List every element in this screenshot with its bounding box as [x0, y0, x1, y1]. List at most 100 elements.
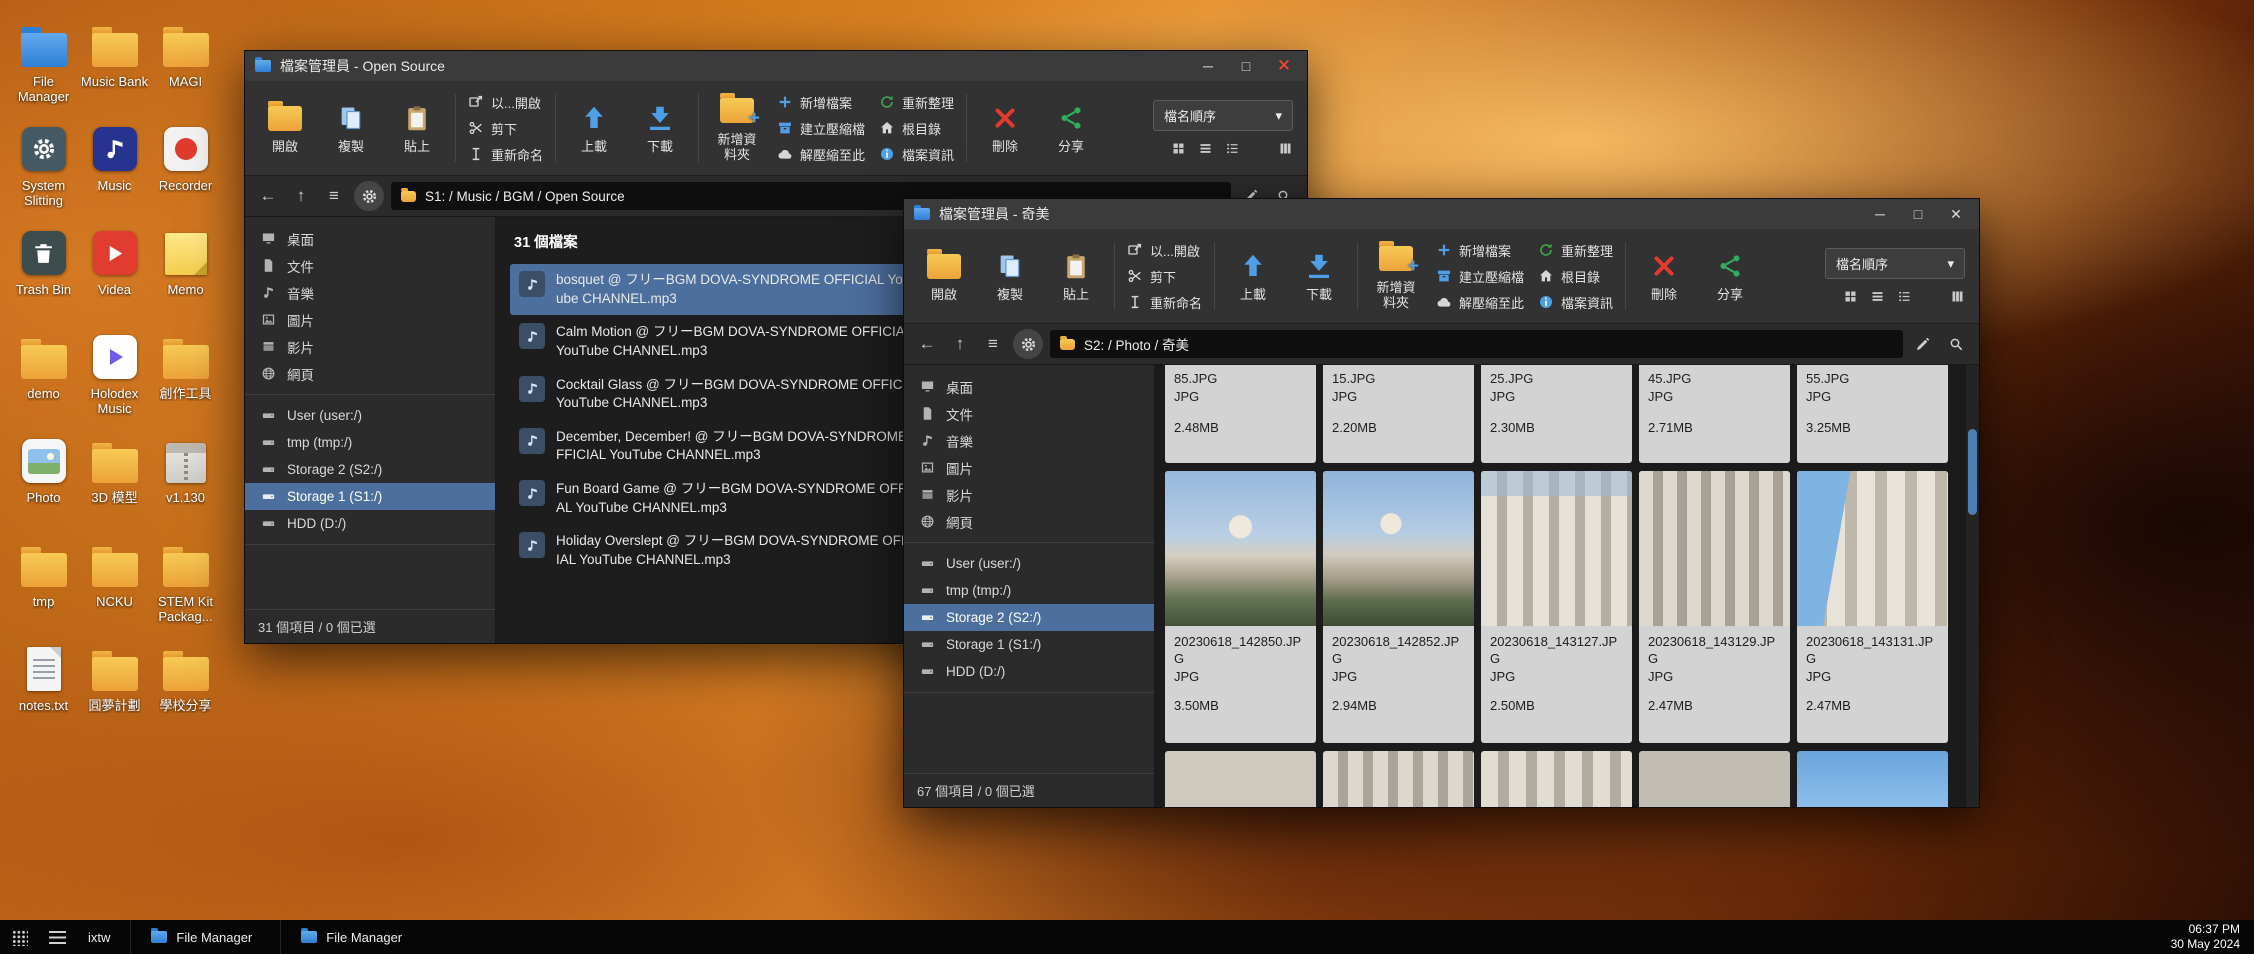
desktop-icon-holodex-music[interactable]: Holodex Music: [79, 324, 150, 428]
rename-button[interactable]: 重新命名: [1123, 291, 1206, 314]
menu-button[interactable]: ≡: [321, 182, 347, 210]
file-tile[interactable]: 20230618_143127.JPGJPG2.50MB: [1481, 471, 1632, 743]
file-row[interactable]: Holiday Overslept @ フリーBGM DOVA-SYNDROME…: [510, 525, 933, 576]
file-tile[interactable]: 20230618_142852.JPGJPG2.94MB: [1323, 471, 1474, 743]
scrollbar[interactable]: [1966, 365, 1979, 807]
grid-view-button[interactable]: [1171, 141, 1186, 156]
sidebar-item-storage1[interactable]: Storage 1 (S1:/): [904, 631, 1154, 658]
file-info-button[interactable]: 檔案資訊: [1534, 291, 1617, 314]
new-file-button[interactable]: 新增檔案: [773, 91, 869, 114]
sidebar-item-tmp-drive[interactable]: tmp (tmp:/): [904, 577, 1154, 604]
back-button[interactable]: ←: [255, 182, 281, 210]
sidebar-item-web[interactable]: 網頁: [245, 360, 495, 387]
create-archive-button[interactable]: 建立壓縮檔: [1432, 265, 1528, 288]
desktop-icon-system-slitting[interactable]: System Slitting: [8, 116, 79, 220]
new-folder-button[interactable]: +新增資料夾: [1364, 240, 1428, 313]
up-button[interactable]: ↑: [947, 330, 973, 358]
column-view-button[interactable]: [1950, 289, 1965, 304]
file-row[interactable]: Cocktail Glass @ フリーBGM DOVA-SYNDROME OF…: [510, 369, 933, 420]
cut-button[interactable]: 剪下: [1123, 265, 1206, 288]
delete-button[interactable]: 刪除: [973, 99, 1037, 157]
sidebar-item-user-drive[interactable]: User (user:/): [904, 550, 1154, 577]
paste-button[interactable]: 貼上: [385, 99, 449, 157]
scrollbar-thumb[interactable]: [1968, 429, 1977, 515]
upload-button[interactable]: 上載: [1221, 247, 1285, 305]
titlebar[interactable]: 檔案管理員 - Open Source ─ □ ✕: [245, 51, 1307, 81]
settings-button[interactable]: [354, 181, 384, 211]
taskbar-task-file-manager-1[interactable]: File Manager: [130, 920, 272, 954]
desktop-icon-3d-models[interactable]: 3D 模型: [79, 428, 150, 532]
titlebar[interactable]: 檔案管理員 - 奇美 ─ □ ✕: [904, 199, 1979, 229]
clock[interactable]: 06:37 PM 30 May 2024: [2157, 922, 2254, 952]
file-row[interactable]: Fun Board Game @ フリーBGM DOVA-SYNDROME OF…: [510, 473, 933, 524]
new-file-button[interactable]: 新增檔案: [1432, 239, 1528, 262]
file-tile-partial[interactable]: [1165, 751, 1316, 807]
file-tile[interactable]: 20230618_142850.JPGJPG3.50MB: [1165, 471, 1316, 743]
download-button[interactable]: 下載: [1287, 247, 1351, 305]
file-tile-partial[interactable]: 15.JPGJPG2.20MB: [1323, 365, 1474, 463]
sidebar-item-videos[interactable]: 影片: [245, 333, 495, 360]
file-tile-partial[interactable]: 25.JPGJPG2.30MB: [1481, 365, 1632, 463]
taskbar-task-file-manager-2[interactable]: File Manager: [280, 920, 422, 954]
sidebar-item-storage2[interactable]: Storage 2 (S2:/): [245, 456, 495, 483]
file-tile[interactable]: 20230618_143129.JPGJPG2.47MB: [1639, 471, 1790, 743]
desktop-icon-trash-bin[interactable]: Trash Bin: [8, 220, 79, 324]
up-button[interactable]: ↑: [288, 182, 314, 210]
desktop-icon-photo[interactable]: Photo: [8, 428, 79, 532]
sidebar-item-user-drive[interactable]: User (user:/): [245, 402, 495, 429]
open-with-button[interactable]: 以...開啟: [464, 91, 547, 114]
detail-view-button[interactable]: [1225, 141, 1240, 156]
file-tile-partial[interactable]: 85.JPGJPG2.48MB: [1165, 365, 1316, 463]
file-tile-partial[interactable]: [1481, 751, 1632, 807]
list-view-button[interactable]: [1198, 141, 1213, 156]
file-tile-partial[interactable]: [1797, 751, 1948, 807]
sidebar-item-pictures[interactable]: 圖片: [245, 306, 495, 333]
copy-button[interactable]: 複製: [978, 247, 1042, 305]
desktop-icon-videa[interactable]: Videa: [79, 220, 150, 324]
sort-order-dropdown[interactable]: 檔名順序▾: [1825, 248, 1965, 279]
desktop-icon-dream-plan[interactable]: 圓夢計劃: [79, 636, 150, 740]
file-info-button[interactable]: 檔案資訊: [875, 143, 958, 166]
upload-button[interactable]: 上載: [562, 99, 626, 157]
open-with-button[interactable]: 以...開啟: [1123, 239, 1206, 262]
desktop-icon-memo[interactable]: Memo: [150, 220, 221, 324]
extract-here-button[interactable]: 解壓縮至此: [1432, 291, 1528, 314]
root-button[interactable]: 根目錄: [875, 117, 958, 140]
edit-path-button[interactable]: [1910, 330, 1936, 358]
desktop-icon-stem-kit[interactable]: STEM Kit Packag...: [150, 532, 221, 636]
file-tile-partial[interactable]: 55.JPGJPG3.25MB: [1797, 365, 1948, 463]
paste-button[interactable]: 貼上: [1044, 247, 1108, 305]
file-row[interactable]: bosquet @ フリーBGM DOVA-SYNDROME OFFICIAL …: [510, 264, 933, 315]
sidebar-item-desktop[interactable]: 桌面: [904, 373, 1154, 400]
sidebar-item-storage1[interactable]: Storage 1 (S1:/): [245, 483, 495, 510]
maximize-button[interactable]: □: [1227, 51, 1265, 81]
share-button[interactable]: 分享: [1039, 99, 1103, 157]
root-button[interactable]: 根目錄: [1534, 265, 1617, 288]
desktop-icon-tmp[interactable]: tmp: [8, 532, 79, 636]
sidebar-item-tmp-drive[interactable]: tmp (tmp:/): [245, 429, 495, 456]
open-button[interactable]: 開啟: [912, 247, 976, 305]
sidebar-item-hdd[interactable]: HDD (D:/): [245, 510, 495, 537]
sidebar-item-music[interactable]: 音樂: [245, 279, 495, 306]
close-button[interactable]: ✕: [1937, 199, 1975, 229]
new-folder-button[interactable]: +新增資料夾: [705, 92, 769, 165]
list-view-button[interactable]: [1870, 289, 1885, 304]
maximize-button[interactable]: □: [1899, 199, 1937, 229]
cut-button[interactable]: 剪下: [464, 117, 547, 140]
desktop-icon-recorder[interactable]: Recorder: [150, 116, 221, 220]
desktop-icon-file-manager[interactable]: File Manager: [8, 12, 79, 116]
desktop-icon-notes-txt[interactable]: notes.txt: [8, 636, 79, 740]
sidebar-item-pictures[interactable]: 圖片: [904, 454, 1154, 481]
copy-button[interactable]: 複製: [319, 99, 383, 157]
download-button[interactable]: 下載: [628, 99, 692, 157]
app-launcher-button[interactable]: [0, 920, 38, 954]
minimize-button[interactable]: ─: [1861, 199, 1899, 229]
grid-view-button[interactable]: [1843, 289, 1858, 304]
file-tile-partial[interactable]: [1323, 751, 1474, 807]
desktop-icon-v1130[interactable]: v1.130: [150, 428, 221, 532]
refresh-button[interactable]: 重新整理: [1534, 239, 1617, 262]
sidebar-item-videos[interactable]: 影片: [904, 481, 1154, 508]
desktop-icon-demo[interactable]: demo: [8, 324, 79, 428]
search-button[interactable]: [1943, 330, 1969, 358]
sidebar-item-documents[interactable]: 文件: [245, 252, 495, 279]
